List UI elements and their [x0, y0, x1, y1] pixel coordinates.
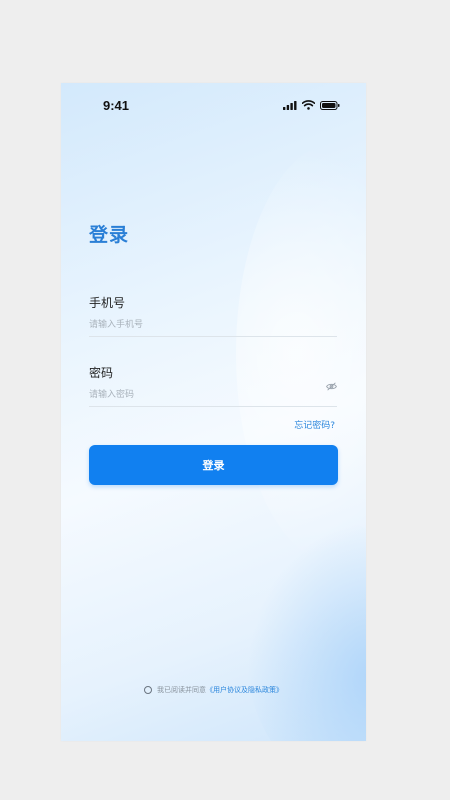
agreement-text: 我已阅读并同意《用户协议及隐私政策》 — [157, 685, 283, 695]
page-title: 登录 — [89, 224, 130, 246]
agreement-radio[interactable] — [144, 686, 152, 694]
status-icons — [283, 100, 340, 110]
eye-off-icon[interactable] — [326, 382, 337, 391]
signal-icon — [283, 100, 297, 110]
wifi-icon — [302, 100, 315, 110]
background-glow-bottom — [246, 521, 366, 741]
agreement-prefix: 我已阅读并同意 — [157, 686, 206, 694]
password-input[interactable] — [89, 384, 337, 407]
background-glow — [236, 143, 366, 563]
policy-link[interactable]: 《用户协议及隐私政策》 — [206, 686, 283, 694]
forgot-password-link[interactable]: 忘记密码? — [294, 418, 335, 431]
battery-icon — [320, 100, 340, 110]
status-time: 9:41 — [103, 98, 130, 113]
phone-screen: 9:41 登录 手机号 密码 — [61, 83, 366, 741]
login-button[interactable]: 登录 — [89, 445, 338, 485]
phone-input[interactable] — [89, 314, 337, 337]
agreement-row: 我已阅读并同意《用户协议及隐私政策》 — [61, 685, 366, 695]
password-label: 密码 — [89, 366, 114, 380]
phone-label: 手机号 — [89, 296, 126, 310]
status-bar: 9:41 — [61, 83, 366, 127]
